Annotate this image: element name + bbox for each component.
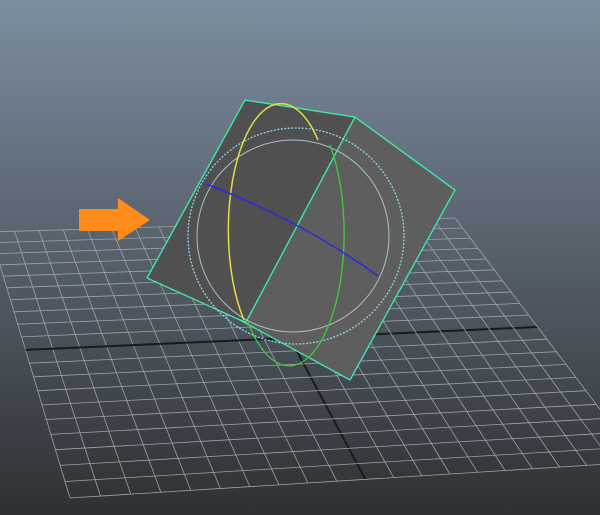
perspective-viewport[interactable] xyxy=(0,0,600,515)
